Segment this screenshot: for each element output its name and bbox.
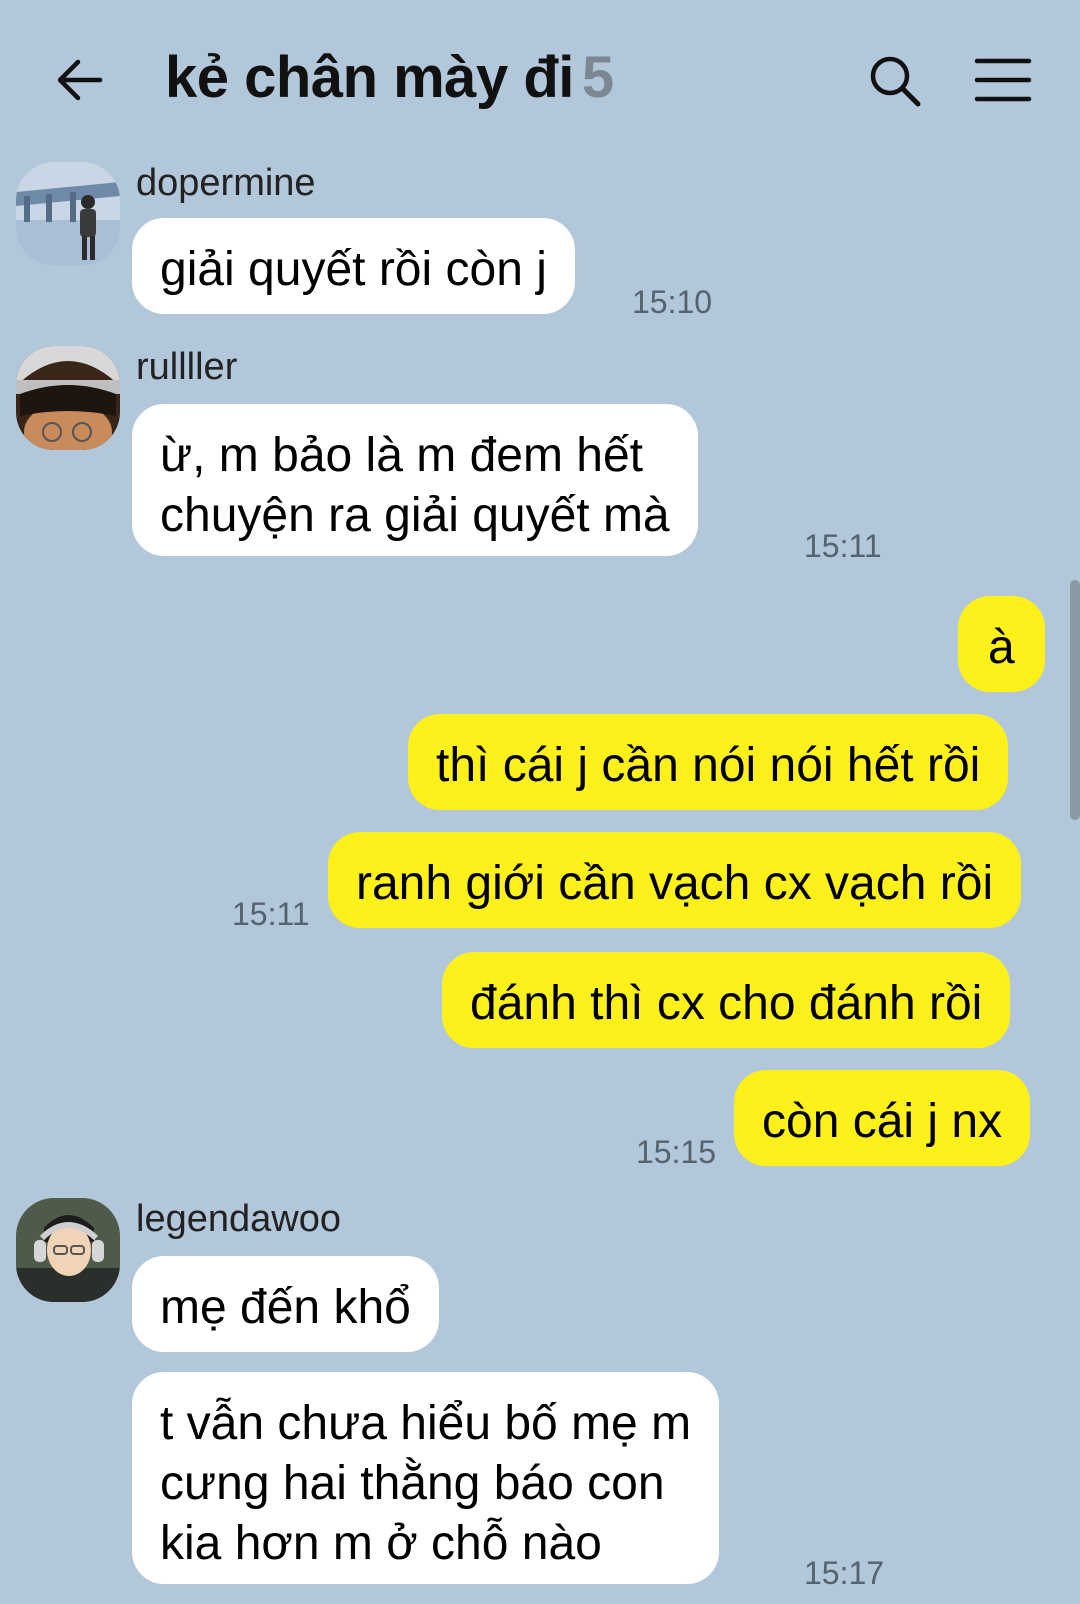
- message-text: à: [988, 621, 1015, 674]
- message-time: 15:11: [232, 896, 310, 932]
- message-bubble[interactable]: t vẫn chưa hiểu bố mẹ m cưng hai thằng b…: [132, 1372, 720, 1584]
- message-bubble[interactable]: mẹ đến khổ: [132, 1256, 439, 1352]
- message-text: thì cái j cần nói nói hết rồi: [436, 739, 981, 792]
- message-bubble-outgoing[interactable]: còn cái j nx: [734, 1070, 1031, 1166]
- sender-name: rullller: [136, 346, 238, 388]
- message-time: 15:15: [636, 1134, 717, 1170]
- chat-title: kẻ chân mày đi 5: [165, 44, 614, 111]
- message-text: ranh giới cần vạch cx vạch rồi: [356, 857, 994, 910]
- sender-name: legendawoo: [136, 1198, 341, 1240]
- message-time: 15:10: [632, 284, 713, 320]
- avatar-dopermine[interactable]: [16, 162, 120, 266]
- avatar-rullller[interactable]: [16, 346, 120, 450]
- message-text: đánh thì cx cho đánh rồi: [470, 977, 983, 1030]
- message-text: kia hơn m ở chỗ nào: [160, 1517, 602, 1570]
- message-bubble-outgoing[interactable]: ranh giới cần vạch cx vạch rồi: [328, 832, 1022, 928]
- message-time: 15:11: [804, 528, 882, 564]
- message-bubble-outgoing[interactable]: thì cái j cần nói nói hết rồi: [408, 714, 1009, 810]
- message-bubble[interactable]: ừ, m bảo là m đem hết chuyện ra giải quy…: [132, 404, 698, 556]
- message-bubble[interactable]: giải quyết rồi còn j: [132, 218, 575, 314]
- chat-header: kẻ chân mày đi 5: [0, 0, 1080, 160]
- chat-room-name: kẻ chân mày đi: [165, 45, 574, 110]
- member-count: 5: [581, 45, 614, 110]
- message-time: 15:17: [804, 1555, 885, 1591]
- message-text: chuyện ra giải quyết mà: [160, 489, 670, 542]
- message-text: t vẫn chưa hiểu bố mẹ m: [160, 1397, 692, 1450]
- message-text: mẹ đến khổ: [160, 1281, 411, 1334]
- scrollbar[interactable]: [1070, 580, 1080, 820]
- message-text: còn cái j nx: [762, 1095, 1003, 1148]
- arrow-left-icon[interactable]: [52, 52, 108, 108]
- hamburger-menu-icon[interactable]: [974, 56, 1032, 104]
- message-text: ừ, m bảo là m đem hết: [160, 429, 643, 482]
- message-bubble-outgoing[interactable]: à: [958, 596, 1045, 692]
- sender-name: dopermine: [136, 162, 316, 204]
- avatar-legendawoo[interactable]: [16, 1198, 120, 1302]
- search-icon[interactable]: [866, 52, 924, 110]
- message-bubble-outgoing[interactable]: đánh thì cx cho đánh rồi: [442, 952, 1011, 1048]
- avatar-image: [16, 1198, 120, 1302]
- avatar-image: [16, 346, 120, 450]
- message-text: cưng hai thằng báo con: [160, 1457, 665, 1510]
- message-text: giải quyết rồi còn j: [160, 243, 547, 296]
- avatar-image: [16, 162, 120, 266]
